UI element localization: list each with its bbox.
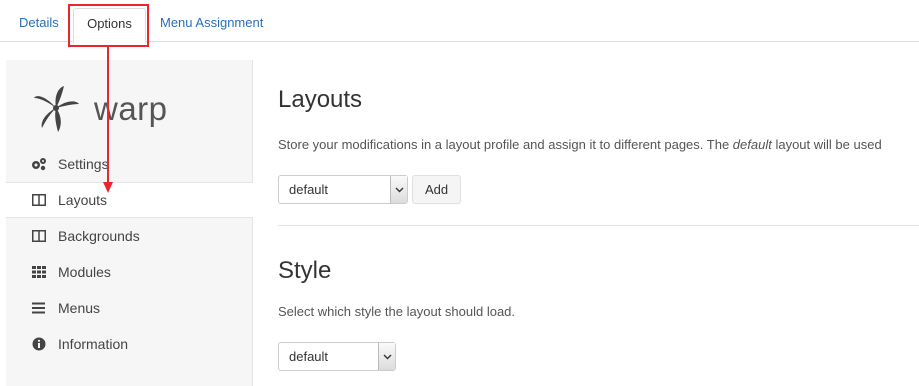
tab-menu-assignment[interactable]: Menu Assignment bbox=[160, 8, 263, 42]
sidebar-item-modules[interactable]: Modules bbox=[6, 254, 253, 290]
add-layout-button[interactable]: Add bbox=[412, 175, 462, 204]
bars-icon bbox=[31, 301, 47, 315]
style-title: Style bbox=[278, 257, 332, 284]
section-divider bbox=[278, 225, 919, 226]
tab-options[interactable]: Options bbox=[73, 8, 146, 43]
warp-leaf-icon bbox=[34, 86, 79, 132]
style-select[interactable]: default bbox=[278, 342, 396, 371]
sidebar-item-label: Modules bbox=[58, 264, 111, 280]
sidebar-item-label: Settings bbox=[58, 156, 109, 172]
sidebar-item-layouts[interactable]: Layouts bbox=[6, 182, 253, 218]
sidebar-item-label: Information bbox=[58, 336, 129, 352]
logo: warp bbox=[32, 84, 168, 134]
tab-details[interactable]: Details bbox=[19, 8, 59, 42]
sidebar-item-settings[interactable]: Settings bbox=[6, 146, 253, 182]
columns-icon bbox=[31, 229, 47, 243]
sidebar-item-label: Layouts bbox=[58, 192, 108, 208]
chevron-down-icon bbox=[390, 176, 407, 203]
gears-icon bbox=[31, 157, 47, 171]
logo-text: warp bbox=[94, 90, 168, 127]
sidebar-item-menus[interactable]: Menus bbox=[6, 290, 253, 326]
layout-profile-select[interactable]: default bbox=[278, 175, 408, 204]
info-circle-icon bbox=[31, 337, 47, 351]
layouts-description: Store your modifications in a layout pro… bbox=[278, 137, 882, 152]
chevron-down-icon bbox=[378, 343, 395, 370]
layouts-title: Layouts bbox=[278, 86, 363, 113]
sidebar-item-label: Menus bbox=[58, 300, 101, 316]
sidebar-item-backgrounds[interactable]: Backgrounds bbox=[6, 218, 253, 254]
columns-icon bbox=[31, 193, 47, 207]
grid-icon bbox=[31, 265, 47, 279]
tab-bar: Details Options Menu Assignment bbox=[0, 0, 919, 43]
sidebar: warp Settings Layouts Backgrounds Module… bbox=[6, 60, 253, 386]
style-description: Select which style the layout should loa… bbox=[278, 304, 516, 319]
sidebar-item-information[interactable]: Information bbox=[6, 326, 253, 362]
sidebar-item-label: Backgrounds bbox=[58, 228, 140, 244]
